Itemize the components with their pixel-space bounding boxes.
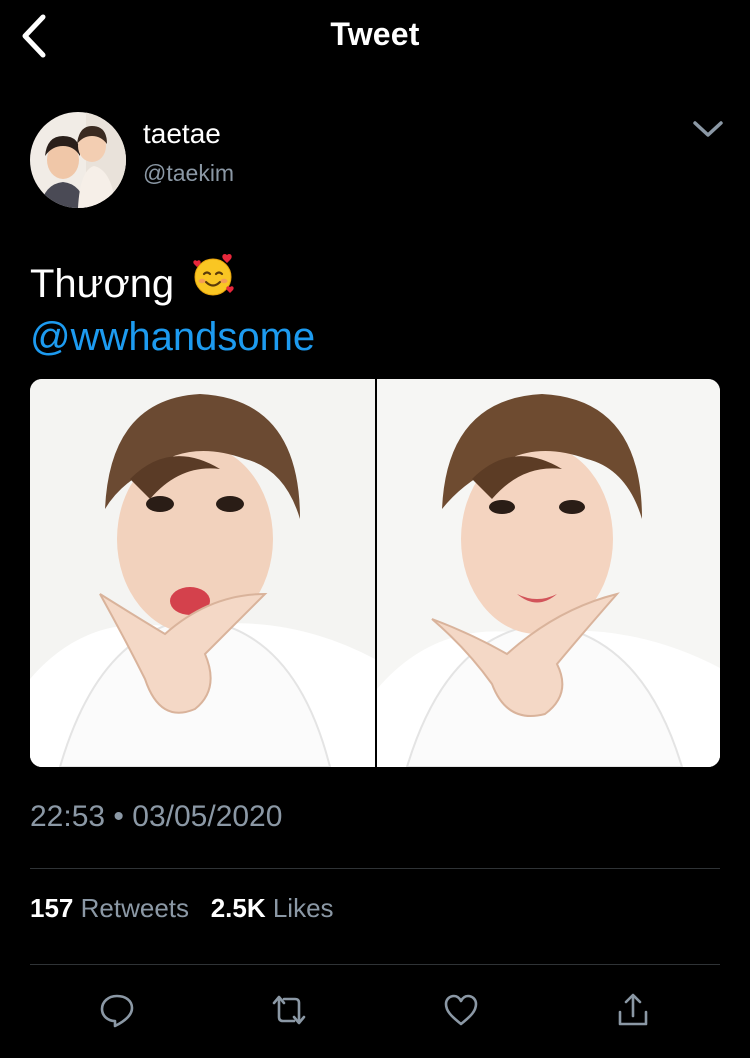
tweet-author: taetae @taekim (30, 110, 730, 210)
chevron-down-icon (693, 121, 723, 137)
tweet-text: Thương @wwhandsome (30, 254, 315, 364)
share-icon (618, 993, 648, 1026)
tweet-stats: 157 Retweets 2.5K Likes (30, 893, 334, 924)
like-button[interactable] (436, 985, 486, 1035)
retweets-count: 157 (30, 893, 74, 923)
like-icon (444, 994, 478, 1026)
share-button[interactable] (608, 985, 658, 1035)
retweet-icon (272, 995, 306, 1025)
divider (30, 868, 720, 869)
retweets-label: Retweets (80, 893, 190, 923)
timestamp-separator: • (113, 800, 124, 833)
reply-button[interactable] (92, 985, 142, 1035)
tweet-body: Thương (30, 262, 175, 306)
tweet-date: 03/05/2020 (132, 800, 283, 833)
smiling-face-with-hearts-icon (191, 253, 237, 311)
author-handle[interactable]: @taekim (143, 160, 234, 187)
tweet-photo-1[interactable] (30, 379, 375, 767)
author-display-name[interactable]: taetae (143, 118, 221, 150)
retweets-stat[interactable]: 157 Retweets (30, 893, 189, 923)
tweet-time: 22:53 (30, 800, 106, 833)
tweet-media-grid (30, 379, 720, 767)
page-title: Tweet (330, 16, 420, 52)
tweet-timestamp: 22:53 • 03/05/2020 (30, 800, 282, 834)
reply-icon (100, 994, 134, 1028)
likes-label: Likes (272, 893, 334, 923)
retweet-button[interactable] (264, 985, 314, 1035)
navigation-bar: Tweet (0, 0, 750, 76)
divider (30, 964, 720, 965)
tweet-photo-2[interactable] (375, 379, 720, 767)
likes-count: 2.5K (210, 893, 266, 923)
tweet-detail-screen: Tweet taetae @taekim Thương @wwhandsome … (0, 0, 750, 1058)
tweet-menu-button[interactable] (686, 112, 730, 146)
mention-link[interactable]: @wwhandsome (30, 311, 315, 364)
avatar[interactable] (30, 112, 126, 208)
tweet-action-bar (30, 985, 720, 1035)
likes-stat[interactable]: 2.5K Likes (211, 893, 334, 923)
